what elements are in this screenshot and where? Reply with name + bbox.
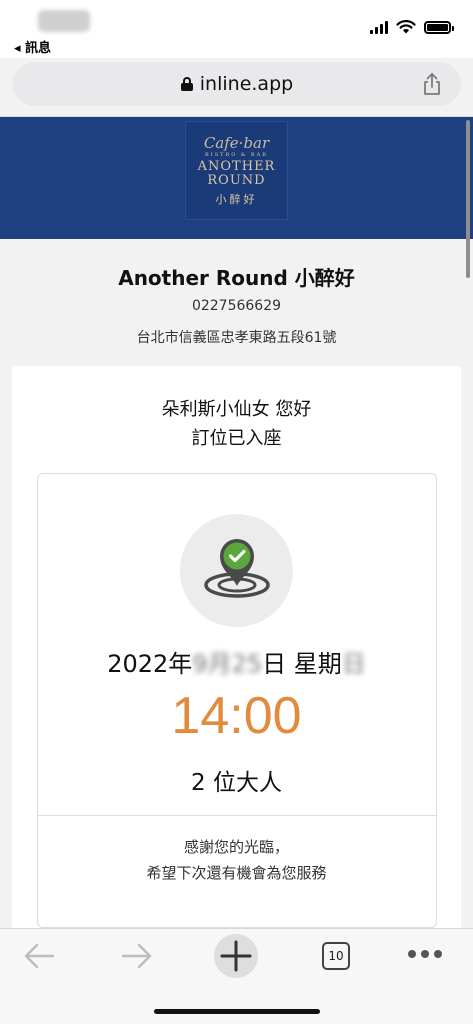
more-options-icon[interactable] xyxy=(408,950,444,960)
date-month-blurred: 9月 xyxy=(192,650,232,678)
share-icon[interactable] xyxy=(421,72,443,96)
date-day-blurred: 25 xyxy=(231,650,263,678)
tabs-count-button[interactable]: 10 xyxy=(322,942,350,970)
restaurant-phone[interactable]: 0227566629 xyxy=(0,298,473,314)
logo-name-line2: ROUND xyxy=(207,172,266,188)
forward-arrow-icon[interactable] xyxy=(120,942,154,970)
restaurant-address[interactable]: 台北市信義區忠孝東路五段61號 xyxy=(0,327,473,347)
logo-name-line1: ANOTHER xyxy=(197,158,276,174)
card-divider xyxy=(38,815,436,816)
logo-subtitle: BISTRO & BAR xyxy=(205,151,268,158)
status-time-blurred: 00:00 xyxy=(38,10,90,32)
date-year: 2022年 xyxy=(107,650,193,678)
battery-icon xyxy=(424,20,454,34)
date-day-suffix: 日 星期 xyxy=(262,650,342,678)
restaurant-logo: Cafe·bar BISTRO & BAR ANOTHER ROUND 小醉好 xyxy=(185,121,288,220)
reservation-date: 2022年9月25日 星期日 xyxy=(0,644,473,679)
home-indicator[interactable] xyxy=(154,1009,320,1014)
reservation-status: 訂位已入座 xyxy=(191,428,282,449)
status-icons xyxy=(370,20,454,34)
plus-icon xyxy=(220,940,252,972)
logo-chinese-name: 小醉好 xyxy=(215,192,258,206)
lock-icon xyxy=(180,77,193,91)
back-arrow-icon[interactable] xyxy=(22,942,56,970)
restaurant-name: Another Round 小醉好 xyxy=(118,266,355,290)
logo-script-text: Cafe·bar xyxy=(203,133,270,152)
address-bar[interactable]: inline.app xyxy=(13,62,461,106)
cellular-signal-icon xyxy=(370,20,388,34)
party-size: 2 位大人 xyxy=(191,770,282,796)
date-weekday-blurred: 日 xyxy=(341,650,366,678)
new-tab-button[interactable] xyxy=(214,934,258,978)
back-to-app-link[interactable]: ◂ 訊息 xyxy=(14,37,51,56)
wifi-icon xyxy=(396,20,416,34)
page-scrollbar[interactable] xyxy=(466,120,470,278)
thanks-message-line2: 希望下次還有機會為您服務 xyxy=(146,864,327,882)
thanks-message-line1: 感謝您的光臨， xyxy=(183,838,289,856)
url-text: inline.app xyxy=(199,73,294,95)
seated-check-icon xyxy=(204,539,270,598)
guest-greeting: 朵利斯小仙女 您好 xyxy=(161,399,312,420)
reservation-time: 14:00 xyxy=(171,687,302,745)
